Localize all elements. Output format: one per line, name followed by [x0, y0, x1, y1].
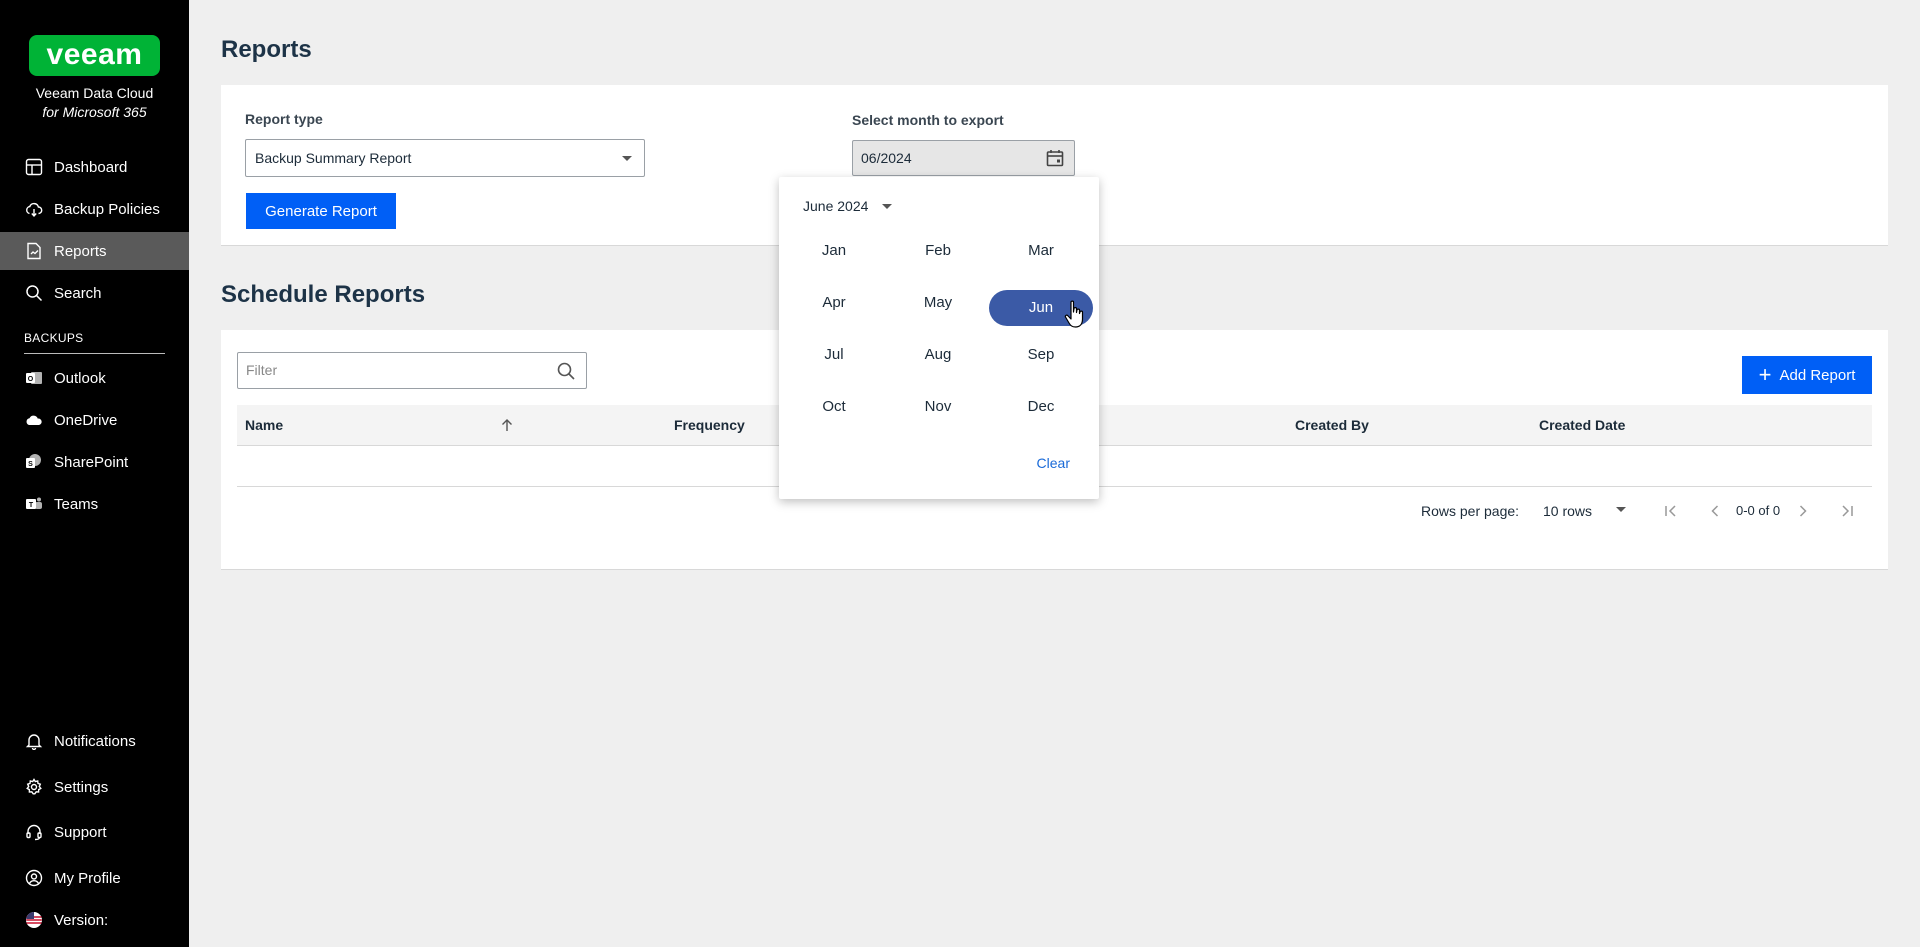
- onedrive-icon: [24, 410, 44, 430]
- teams-icon: T: [24, 494, 44, 514]
- nav-label: Backup Policies: [54, 200, 160, 218]
- nav-item-dashboard[interactable]: Dashboard: [0, 148, 189, 186]
- month-picker-popup: June 2024 Jan Feb Mar Apr May Jun Jul Au…: [779, 177, 1099, 499]
- chevron-down-icon: [882, 203, 893, 209]
- month-mar[interactable]: Mar: [989, 233, 1093, 269]
- rows-per-page-label: Rows per page:: [1421, 503, 1520, 519]
- column-header-created-date[interactable]: Created Date: [1539, 405, 1625, 446]
- svg-text:S: S: [28, 461, 33, 468]
- nav-label: OneDrive: [54, 411, 118, 429]
- svg-text:O: O: [28, 376, 34, 383]
- month-nov[interactable]: Nov: [886, 389, 990, 425]
- headset-icon: [24, 822, 44, 842]
- nav-label: Settings: [54, 778, 109, 796]
- month-jul[interactable]: Jul: [782, 337, 886, 373]
- nav-item-support[interactable]: Support: [0, 813, 189, 851]
- month-input[interactable]: 06/2024: [852, 140, 1075, 176]
- nav-item-version: Version:: [0, 901, 189, 939]
- nav-item-onedrive[interactable]: OneDrive: [0, 401, 189, 439]
- page-range: 0-0 of 0: [1736, 503, 1781, 518]
- nav-item-backup-policies[interactable]: Backup Policies: [0, 190, 189, 228]
- dashboard-icon: [24, 157, 44, 177]
- nav-label: Teams: [54, 495, 99, 513]
- add-report-button[interactable]: + Add Report: [1742, 356, 1872, 394]
- chevron-down-icon[interactable]: [1616, 507, 1626, 512]
- bell-icon: [24, 731, 44, 751]
- nav-label: Support: [54, 823, 107, 841]
- nav-label: My Profile: [54, 869, 121, 887]
- cloud-upload-icon: [24, 199, 44, 219]
- nav-item-notifications[interactable]: Notifications: [0, 722, 189, 760]
- backups-section-label: BACKUPS: [24, 331, 84, 345]
- clear-button[interactable]: Clear: [1037, 455, 1070, 471]
- profile-icon: [24, 868, 44, 888]
- nav-label: Dashboard: [54, 158, 128, 176]
- month-dec[interactable]: Dec: [989, 389, 1093, 425]
- previous-page-icon[interactable]: [1705, 501, 1725, 521]
- outlook-icon: O: [24, 368, 44, 388]
- chevron-down-icon: [622, 156, 632, 161]
- nav-item-my-profile[interactable]: My Profile: [0, 859, 189, 897]
- column-header-frequency[interactable]: Frequency: [674, 405, 745, 446]
- generate-report-button[interactable]: Generate Report: [246, 193, 396, 229]
- brand-subtitle: for Microsoft 365: [42, 104, 147, 120]
- nav-label: Search: [54, 284, 102, 302]
- sidebar: veeam Veeam Data Cloud for Microsoft 365…: [0, 0, 189, 947]
- nav-item-reports[interactable]: Reports: [0, 232, 189, 270]
- search-icon[interactable]: [556, 361, 576, 381]
- nav-item-teams[interactable]: T Teams: [0, 485, 189, 523]
- add-report-label: Add Report: [1779, 366, 1856, 384]
- nav-label: Reports: [54, 242, 107, 260]
- rows-per-page-select[interactable]: 10 rows: [1543, 503, 1592, 519]
- svg-text:T: T: [29, 502, 34, 509]
- nav-label: Version:: [54, 911, 109, 929]
- sharepoint-icon: S: [24, 452, 44, 472]
- next-page-icon[interactable]: [1793, 501, 1813, 521]
- section-divider: [24, 353, 165, 354]
- month-feb[interactable]: Feb: [886, 233, 990, 269]
- month-sep[interactable]: Sep: [989, 337, 1093, 373]
- schedule-reports-title: Schedule Reports: [221, 281, 426, 308]
- sort-ascending-icon[interactable]: [500, 418, 514, 432]
- report-type-value: Backup Summary Report: [255, 150, 412, 166]
- column-header-created-by[interactable]: Created By: [1295, 405, 1369, 446]
- search-icon: [24, 283, 44, 303]
- report-type-label: Report type: [245, 111, 323, 127]
- veeam-logo[interactable]: veeam: [29, 35, 160, 76]
- nav-item-sharepoint[interactable]: S SharePoint: [0, 443, 189, 481]
- month-apr[interactable]: Apr: [782, 285, 886, 321]
- filter-placeholder: Filter: [246, 362, 278, 378]
- page-title: Reports: [221, 36, 312, 63]
- month-picker-year-toggle[interactable]: June 2024: [803, 198, 893, 214]
- first-page-icon[interactable]: [1661, 501, 1681, 521]
- column-header-name[interactable]: Name: [245, 405, 283, 446]
- nav-label: SharePoint: [54, 453, 129, 471]
- month-picker-header: June 2024: [803, 198, 869, 214]
- month-value: 06/2024: [861, 150, 912, 166]
- hand-cursor-icon: [1064, 300, 1084, 328]
- filter-input[interactable]: Filter: [237, 352, 587, 389]
- report-icon: [24, 241, 44, 261]
- month-may[interactable]: May: [886, 285, 990, 321]
- plus-icon: +: [1758, 362, 1772, 387]
- month-oct[interactable]: Oct: [782, 389, 886, 425]
- nav-label: Notifications: [54, 732, 136, 750]
- last-page-icon[interactable]: [1837, 501, 1857, 521]
- us-flag-icon: [24, 910, 44, 930]
- month-aug[interactable]: Aug: [886, 337, 990, 373]
- nav-item-search[interactable]: Search: [0, 274, 189, 312]
- month-label: Select month to export: [852, 112, 1004, 128]
- month-jan[interactable]: Jan: [782, 233, 886, 269]
- nav-item-outlook[interactable]: O Outlook: [0, 359, 189, 397]
- report-type-select[interactable]: Backup Summary Report: [245, 139, 645, 177]
- nav-label: Outlook: [54, 369, 106, 387]
- nav-item-settings[interactable]: Settings: [0, 768, 189, 806]
- gear-icon: [24, 777, 44, 797]
- calendar-icon[interactable]: [1045, 148, 1065, 168]
- brand-name: Veeam Data Cloud: [35, 85, 154, 101]
